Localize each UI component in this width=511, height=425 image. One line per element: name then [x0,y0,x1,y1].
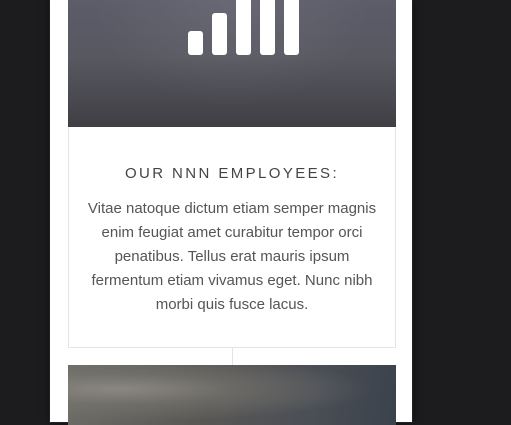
card-title: OUR NNN EMPLOYEES: [124,165,340,182]
column-divider [232,348,233,365]
employees-card: OUR NNN EMPLOYEES: Vitae natoque dictum … [68,127,396,348]
page-container: OUR NNN EMPLOYEES: Vitae natoque dictum … [50,0,412,425]
card-description: Vitae natoque dictum etiam semper magnis… [87,200,377,313]
hero-image [68,0,396,127]
signal-bars-icon [188,0,299,55]
next-section-image [68,365,396,425]
